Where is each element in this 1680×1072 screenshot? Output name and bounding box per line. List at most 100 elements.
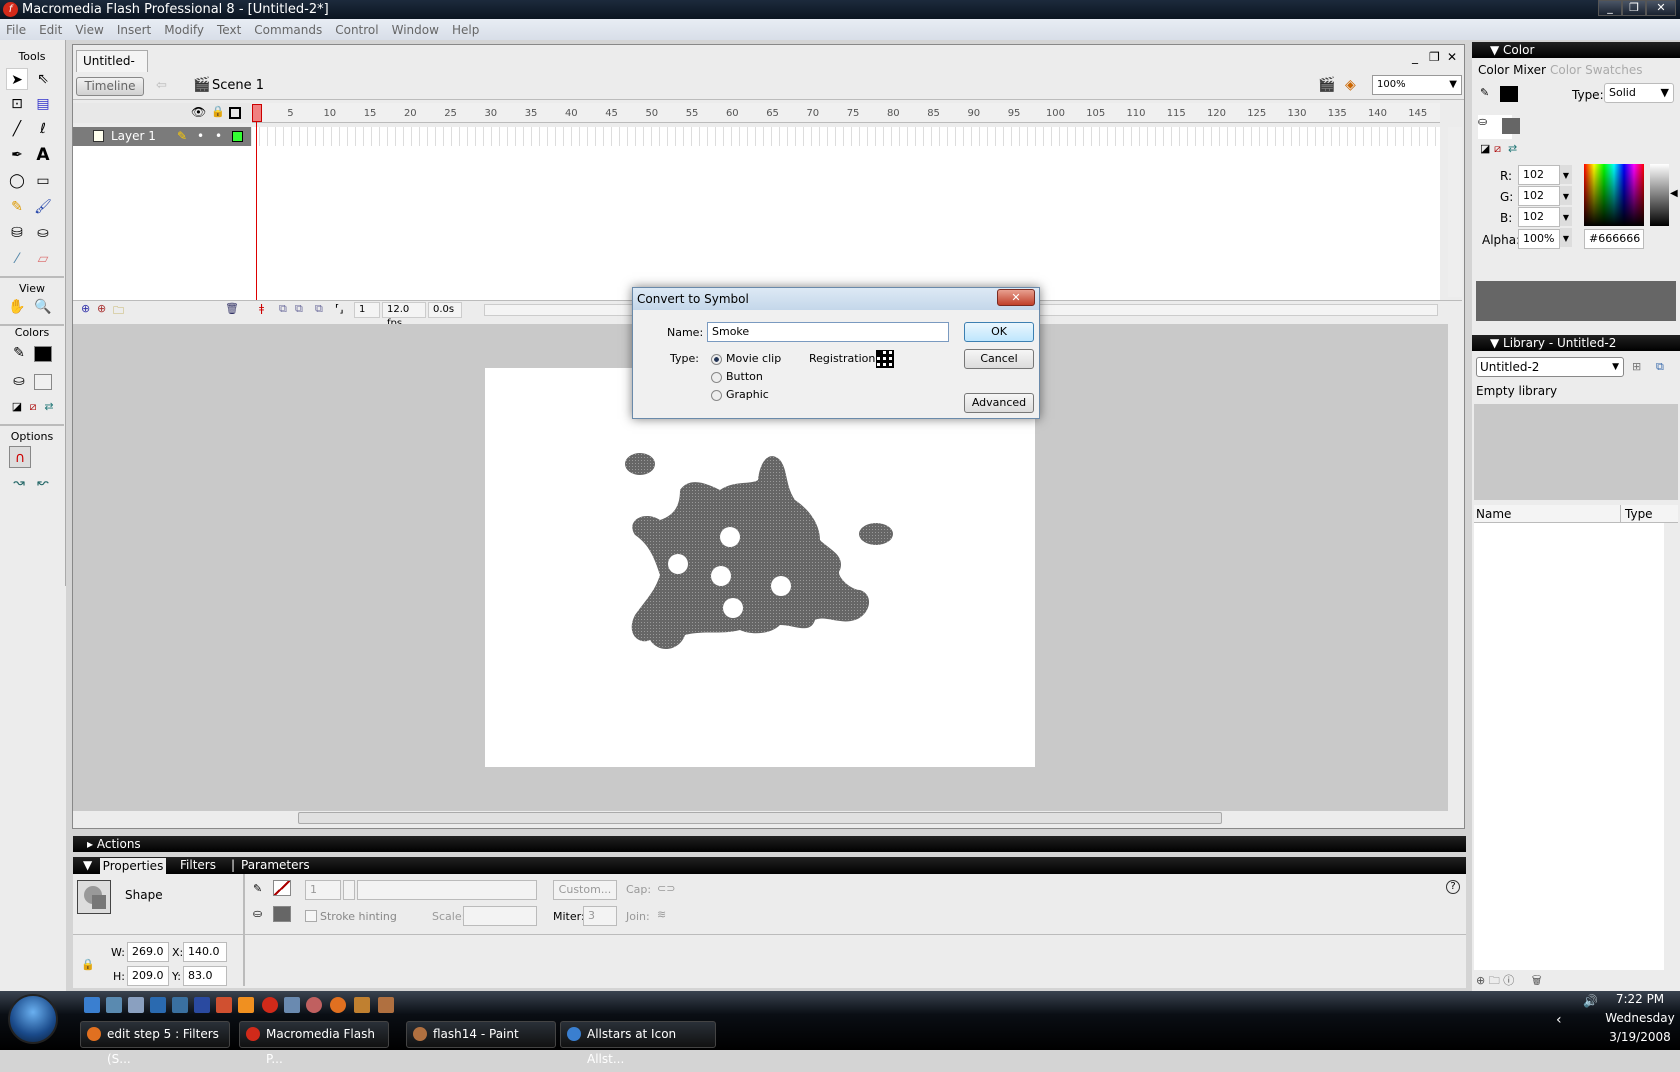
ok-button[interactable]: OK bbox=[964, 322, 1034, 342]
close-button[interactable]: ✕ bbox=[1646, 0, 1676, 16]
lock-dot[interactable]: • bbox=[215, 127, 222, 146]
onion-outlines-icon[interactable]: ⧉ bbox=[295, 302, 303, 316]
mixer-fill-swatch[interactable] bbox=[1502, 118, 1520, 134]
scale-select[interactable] bbox=[463, 906, 537, 926]
frame-ruler[interactable]: 1510152025303540455055606570758085909510… bbox=[252, 103, 1440, 123]
snap-to-objects-icon[interactable]: ∩ bbox=[9, 446, 31, 468]
stroke-height-field[interactable]: 1 bbox=[305, 880, 341, 900]
y-field[interactable]: 83.0 bbox=[183, 966, 227, 986]
tab-properties[interactable]: Properties bbox=[100, 858, 166, 874]
switch-windows-quicklaunch-icon[interactable] bbox=[172, 997, 188, 1013]
taskbar-item-paint[interactable]: flash14 - Paint bbox=[406, 1021, 556, 1048]
visibility-dot[interactable]: • bbox=[197, 127, 204, 146]
color-spectrum[interactable] bbox=[1584, 164, 1644, 226]
tab-parameters[interactable]: Parameters bbox=[241, 857, 310, 873]
taskbar-item-firefox[interactable]: edit step 5 : Filters (S... bbox=[80, 1021, 230, 1066]
custom-stroke-button[interactable]: Custom... bbox=[553, 880, 617, 900]
cancel-button[interactable]: Cancel bbox=[964, 349, 1034, 369]
desktop-quicklaunch-icon[interactable] bbox=[150, 997, 166, 1013]
lasso-tool-icon[interactable]: ℓ bbox=[32, 118, 54, 140]
edit-multiple-frames-icon[interactable]: ⧉ bbox=[315, 302, 323, 316]
radio-button[interactable] bbox=[711, 372, 722, 383]
subselection-tool-icon[interactable]: ⇖ bbox=[32, 68, 54, 90]
menu-commands[interactable]: Commands bbox=[254, 23, 322, 37]
menu-window[interactable]: Window bbox=[392, 23, 439, 37]
firefox-quicklaunch-icon[interactable] bbox=[330, 997, 346, 1013]
powerpoint-quicklaunch-icon[interactable] bbox=[216, 997, 232, 1013]
smoke-shape[interactable] bbox=[620, 445, 905, 665]
stage-vertical-scrollbar[interactable] bbox=[1448, 324, 1462, 811]
menu-file[interactable]: File bbox=[6, 23, 26, 37]
minimize-button[interactable]: _ bbox=[1598, 0, 1622, 16]
free-transform-tool-icon[interactable]: ⊡ bbox=[6, 93, 28, 115]
tab-color-mixer[interactable]: Color Mixer bbox=[1474, 61, 1550, 79]
zoom-select[interactable]: 100% ▼ bbox=[1372, 75, 1462, 95]
smooth-icon[interactable]: ↝ bbox=[8, 472, 30, 494]
outline-icon[interactable] bbox=[229, 107, 241, 119]
menu-modify[interactable]: Modify bbox=[164, 23, 204, 37]
computer-quicklaunch-icon[interactable] bbox=[106, 997, 122, 1013]
documents-quicklaunch-icon[interactable] bbox=[128, 997, 144, 1013]
fill-color-swatch[interactable] bbox=[34, 374, 52, 390]
media-quicklaunch-icon[interactable] bbox=[238, 997, 254, 1013]
oval-tool-icon[interactable]: ◯ bbox=[6, 170, 28, 192]
rectangle-tool-icon[interactable]: ▭ bbox=[32, 170, 54, 192]
pen-tool-icon[interactable]: ✒ bbox=[6, 144, 28, 166]
symbol-name-input[interactable]: Smoke bbox=[707, 322, 949, 342]
library-document-select[interactable]: Untitled-2 ▼ bbox=[1476, 357, 1624, 377]
no-color-icon[interactable]: ⧄ bbox=[1494, 142, 1501, 156]
flash-quicklaunch-icon[interactable] bbox=[262, 997, 278, 1013]
swap-colors-icon[interactable]: ⇄ bbox=[38, 396, 60, 418]
show-hide-eye-icon[interactable]: 👁 bbox=[191, 105, 206, 119]
layer-frames[interactable] bbox=[252, 127, 1440, 146]
color-panel-header[interactable]: ▼ Color bbox=[1472, 42, 1680, 58]
layer-outline-color[interactable] bbox=[232, 131, 243, 142]
radio-graphic[interactable] bbox=[711, 390, 722, 401]
help-icon[interactable]: ? bbox=[1446, 880, 1460, 894]
modify-onion-markers-icon[interactable]: ⸢⸥ bbox=[335, 302, 344, 315]
constrain-lock-icon[interactable]: 🔒 bbox=[81, 958, 95, 971]
dialog-close-button[interactable]: ✕ bbox=[997, 289, 1035, 306]
name-column-header[interactable]: Name bbox=[1476, 505, 1511, 523]
doc-minimize-button[interactable]: _ bbox=[1412, 50, 1418, 64]
playhead[interactable] bbox=[252, 104, 262, 122]
stroke-hinting-checkbox[interactable] bbox=[305, 910, 317, 922]
library-panel-header[interactable]: ▼ Library - Untitled-2 bbox=[1472, 335, 1680, 351]
back-arrow-icon[interactable]: ⇦ bbox=[156, 78, 167, 93]
delete-layer-icon[interactable]: 🗑 bbox=[225, 302, 239, 315]
alpha-field[interactable]: 100% bbox=[1518, 229, 1560, 249]
layer-row[interactable]: Layer 1 ✎ • • bbox=[73, 127, 251, 146]
library-toolbar-icons[interactable]: ⊕ 🗀 ⓘ 🗑 bbox=[1476, 972, 1542, 991]
cap-icon[interactable]: ⊂⊃ bbox=[657, 882, 675, 895]
volume-icon[interactable]: 🔊 bbox=[1583, 994, 1598, 1008]
stroke-style-select[interactable] bbox=[357, 880, 537, 900]
fill-color-swatch[interactable] bbox=[273, 906, 291, 922]
height-field[interactable]: 209.0 bbox=[127, 966, 169, 986]
black-white-icon[interactable]: ◪ bbox=[1480, 142, 1490, 155]
eraser-tool-icon[interactable]: ▱ bbox=[32, 248, 54, 270]
fill-type-select[interactable]: Solid ▼ bbox=[1604, 83, 1674, 103]
system-clock[interactable]: 7:22 PM Wednesday 3/19/2008 bbox=[1600, 990, 1680, 1047]
registration-grid[interactable] bbox=[876, 350, 894, 368]
ink-bottle-tool-icon[interactable]: ⛁ bbox=[6, 222, 28, 244]
onion-skin-icon[interactable]: ⧉ bbox=[279, 302, 287, 316]
text-tool-icon[interactable]: A bbox=[32, 144, 54, 166]
tab-color-swatches[interactable]: Color Swatches bbox=[1550, 61, 1642, 79]
movie-maker-quicklaunch-icon[interactable] bbox=[354, 997, 370, 1013]
stroke-color-swatch[interactable] bbox=[34, 346, 52, 362]
selection-tool-icon[interactable]: ➤ bbox=[6, 68, 28, 90]
scrollbar-thumb[interactable] bbox=[298, 812, 1222, 824]
green-field[interactable]: 102 bbox=[1518, 186, 1560, 206]
edit-symbols-icon[interactable]: ◈ bbox=[1345, 77, 1356, 93]
gradient-transform-tool-icon[interactable]: ▤ bbox=[32, 93, 54, 115]
actions-panel-header[interactable]: ▸ Actions bbox=[73, 836, 1466, 852]
pencil-tool-icon[interactable]: ✎ bbox=[6, 196, 28, 218]
document-tab[interactable]: Untitled-2* bbox=[76, 50, 148, 88]
center-frame-icon[interactable]: ǂ bbox=[259, 302, 264, 315]
blue-field[interactable]: 102 bbox=[1518, 207, 1560, 227]
eyedropper-tool-icon[interactable]: ⁄ bbox=[6, 248, 28, 270]
brightness-slider[interactable] bbox=[1650, 164, 1669, 226]
red-field[interactable]: 102 bbox=[1518, 165, 1560, 185]
miter-field[interactable]: 3 bbox=[583, 906, 617, 926]
menu-edit[interactable]: Edit bbox=[39, 23, 62, 37]
